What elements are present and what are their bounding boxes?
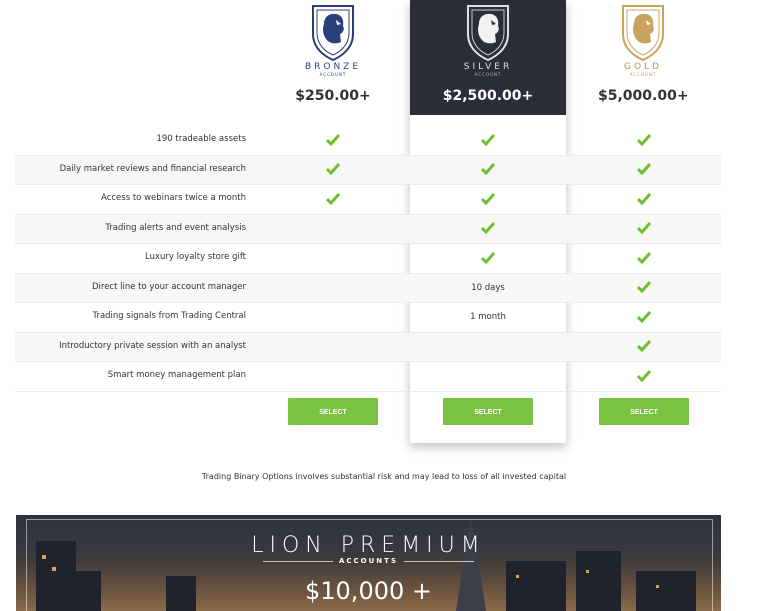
feature-comparison-table: 190 tradeable assets Daily market reviews… xyxy=(15,126,721,392)
banner-price: $10,000 + xyxy=(305,577,432,605)
feature-value: 10 days xyxy=(471,282,505,293)
plan-name: BRONZE xyxy=(304,62,362,72)
checkmark-icon xyxy=(614,191,674,207)
feature-row: Luxury loyalty store gift xyxy=(15,244,721,274)
select-gold-button[interactable]: SELECT xyxy=(599,398,689,425)
plan-price: $2,500.00+ xyxy=(442,88,534,104)
checkmark-icon xyxy=(614,309,674,325)
checkmark-icon xyxy=(303,132,363,148)
feature-label: Direct line to your account manager xyxy=(91,281,246,292)
feature-row: Daily market reviews and financial resea… xyxy=(15,155,721,185)
feature-label: Introductory private session with an ana… xyxy=(59,340,246,351)
checkmark-icon xyxy=(458,162,518,178)
checkmark-icon xyxy=(458,221,518,237)
gold-lion-shield-icon xyxy=(622,5,664,62)
plan-subtitle: ACCOUNT xyxy=(629,72,657,77)
checkmark-icon xyxy=(614,250,674,266)
plan-bronze: BRONZE ACCOUNT $250.00+ xyxy=(288,0,378,120)
checkmark-icon xyxy=(614,339,674,355)
checkmark-icon xyxy=(303,191,363,207)
checkmark-icon xyxy=(614,162,674,178)
feature-row: Trading signals from Trading Central 1 mo… xyxy=(15,303,721,333)
plan-subtitle: ACCOUNT xyxy=(319,72,347,77)
empty-cell xyxy=(458,339,518,355)
feature-label: 190 tradeable assets xyxy=(156,134,246,144)
lion-premium-banner[interactable]: LION PREMIUM ACCOUNTS $10,000 + xyxy=(16,515,721,611)
plan-price: $250.00+ xyxy=(295,88,371,104)
empty-cell xyxy=(303,339,363,355)
feature-row: Direct line to your account manager 10 da… xyxy=(15,273,721,303)
feature-label: Trading signals from Trading Central xyxy=(92,311,246,321)
checkmark-icon xyxy=(614,221,674,237)
risk-disclaimer: Trading Binary Options involves substant… xyxy=(201,472,567,481)
plan-subtitle: ACCOUNT xyxy=(474,72,502,77)
select-bronze-button[interactable]: SELECT xyxy=(288,398,378,425)
plan-silver: SILVER ACCOUNT $2,500.00+ xyxy=(410,0,566,115)
feature-row: Access to webinars twice a month xyxy=(15,185,721,215)
empty-cell xyxy=(303,309,363,325)
feature-label: Smart money management plan xyxy=(107,370,246,380)
plan-name: GOLD xyxy=(623,62,662,72)
select-silver-button[interactable]: SELECT xyxy=(443,398,533,425)
checkmark-icon xyxy=(458,191,518,207)
checkmark-icon xyxy=(303,162,363,178)
checkmark-icon xyxy=(458,132,518,148)
checkmark-icon xyxy=(614,368,674,384)
empty-cell xyxy=(303,250,363,266)
silver-lion-shield-icon xyxy=(467,5,509,62)
plan-price: $5,000.00+ xyxy=(598,88,689,104)
feature-label: Luxury loyalty store gift xyxy=(145,252,246,262)
feature-value: 1 month xyxy=(470,312,506,322)
banner-subtitle: ACCOUNTS xyxy=(338,557,398,565)
feature-label: Access to webinars twice a month xyxy=(101,193,246,203)
empty-cell xyxy=(303,280,363,296)
empty-cell xyxy=(458,368,518,384)
feature-row: Introductory private session with an ana… xyxy=(15,332,721,362)
plan-name: SILVER xyxy=(463,62,513,72)
empty-cell xyxy=(303,221,363,237)
bronze-lion-shield-icon xyxy=(312,5,354,62)
feature-row: 190 tradeable assets xyxy=(15,126,721,156)
checkmark-icon xyxy=(458,250,518,266)
banner-title: LION PREMIUM xyxy=(251,533,486,558)
feature-label: Daily market reviews and financial resea… xyxy=(59,163,246,174)
banner-divider xyxy=(404,561,474,562)
feature-label: Trading alerts and event analysis xyxy=(105,222,246,233)
plan-gold: GOLD ACCOUNT $5,000.00+ xyxy=(598,0,689,120)
feature-row: Smart money management plan xyxy=(15,362,721,392)
checkmark-icon xyxy=(614,132,674,148)
empty-cell xyxy=(303,368,363,384)
checkmark-icon xyxy=(614,280,674,296)
feature-row: Trading alerts and event analysis xyxy=(15,214,721,244)
